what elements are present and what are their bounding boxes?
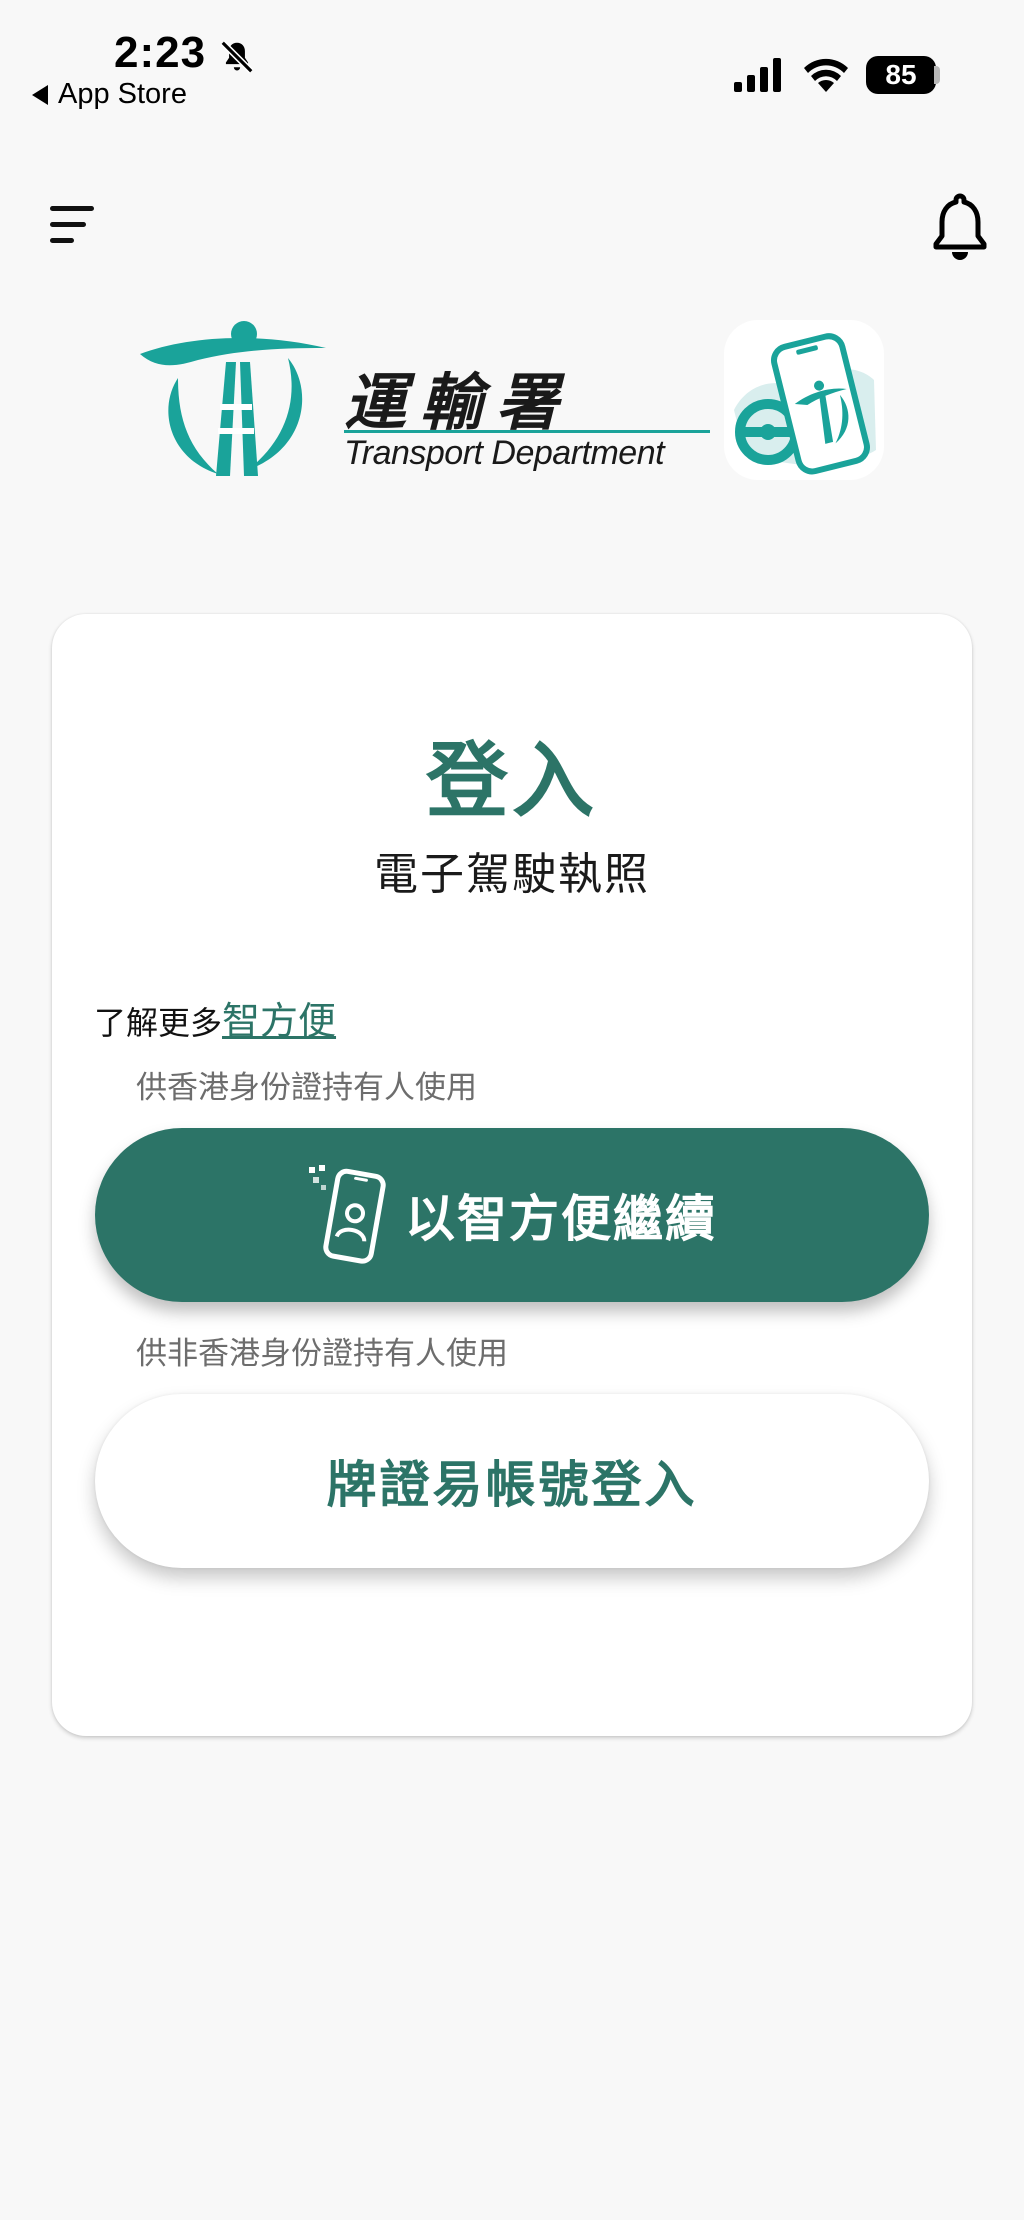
wifi-icon [804, 58, 848, 92]
login-subtitle: 電子駕駛執照 [374, 849, 650, 900]
phone-steering-wheel-icon [734, 333, 876, 475]
status-time: 2:23 [114, 28, 207, 77]
notification-bell-icon[interactable] [930, 192, 990, 262]
cellular-signal-icon [734, 58, 781, 92]
continue-with-iamsmart-button[interactable]: 以智方便繼續 [95, 1128, 929, 1302]
back-arrow-icon [32, 84, 48, 105]
hk-id-hint: 供香港身份證持有人使用 [136, 1070, 477, 1106]
iamsmart-phone-icon [309, 1165, 386, 1264]
iamsmart-info-link[interactable]: 智方便 [222, 999, 336, 1043]
td-underline [344, 430, 710, 433]
login-card: 登入 電子駕駛執照 了解更多智方便 供香港身份證持有人使用 以智方便繼續 供非香 [52, 614, 972, 1736]
login-title: 登入 [425, 734, 598, 829]
non-hk-id-hint: 供非香港身份證持有人使用 [136, 1336, 508, 1372]
licensing-account-login-button[interactable]: 牌證易帳號登入 [95, 1394, 929, 1568]
iamsmart-button-label: 以智方便繼續 [405, 1190, 717, 1248]
screen: 2:23 App Store 85 運輸署 Transport Departme… [0, 0, 1024, 2220]
td-chinese-name: 運輸署 [344, 366, 573, 439]
battery-cap [934, 66, 940, 84]
learn-more-prefix: 了解更多 [94, 1004, 223, 1042]
menu-icon[interactable] [50, 206, 96, 246]
back-to-app-store[interactable]: App Store [32, 78, 187, 111]
transport-department-logo: 運輸署 Transport Department [138, 318, 728, 478]
back-app-label: App Store [58, 78, 187, 110]
account-button-label: 牌證易帳號登入 [326, 1456, 698, 1514]
td-english-name: Transport Department [344, 434, 665, 472]
battery-level: 85 [866, 56, 936, 94]
learn-more-text: 了解更多智方便 [94, 990, 336, 1045]
td-emblem-icon [140, 321, 326, 476]
app-icon [724, 320, 884, 480]
bell-off-icon [220, 40, 254, 74]
